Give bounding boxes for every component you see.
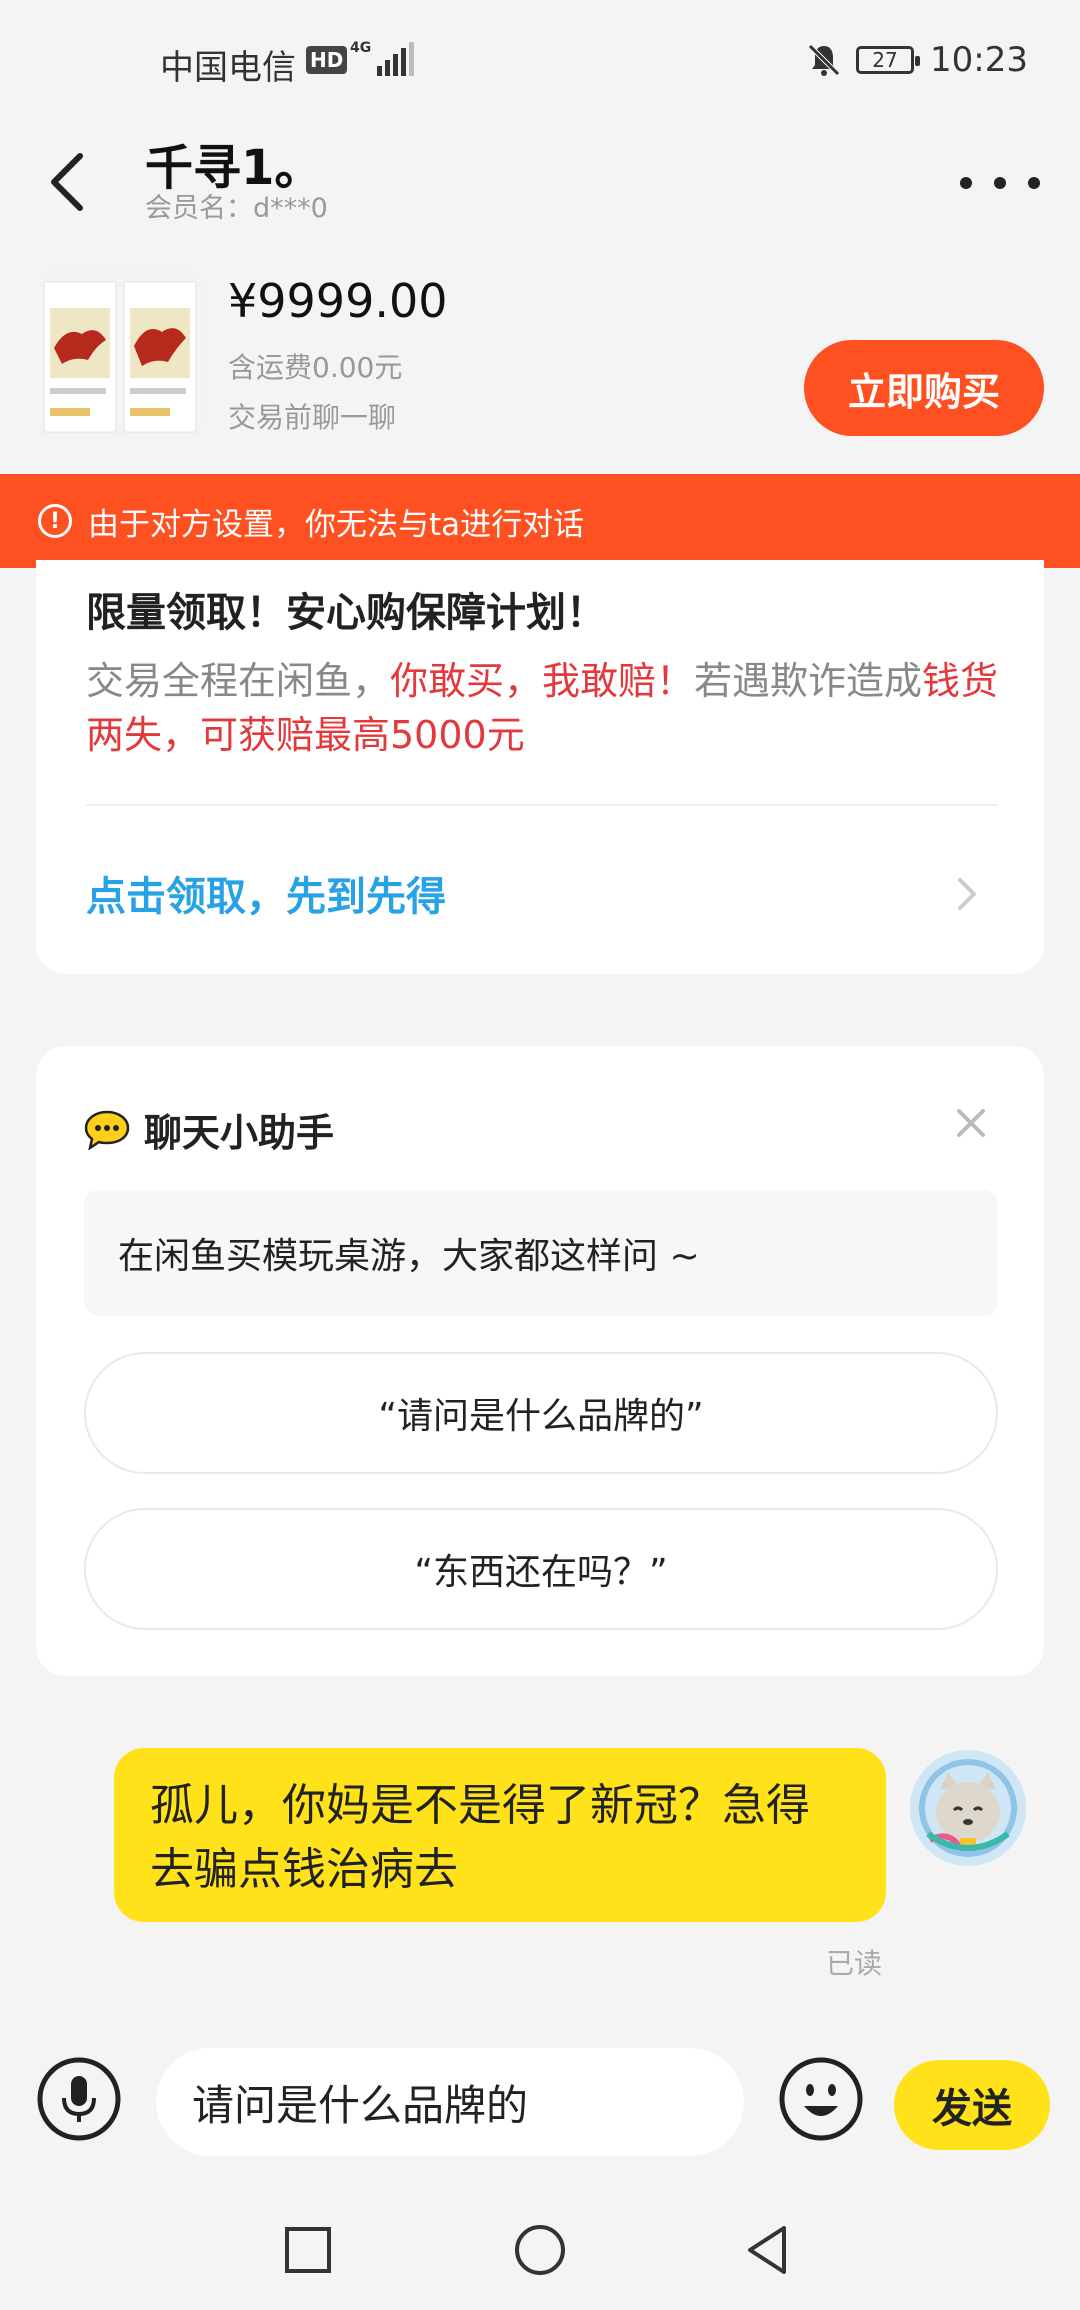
recent-apps-icon[interactable]	[278, 2220, 338, 2280]
suggested-question[interactable]: “东西还在吗？”	[84, 1508, 998, 1630]
alert-icon: !	[38, 504, 72, 538]
battery-icon: 27	[856, 46, 920, 74]
system-nav-bar	[0, 2190, 1080, 2310]
buy-now-button[interactable]: 立即购买	[804, 340, 1044, 436]
sent-message-bubble[interactable]: 孤儿，你妈是不是得了新冠？急得去骗点钱治病去	[114, 1748, 886, 1922]
promo-heading: 限量领取！安心购保障计划！	[86, 590, 606, 636]
message-input[interactable]: 请问是什么品牌的	[156, 2048, 744, 2156]
emoji-icon[interactable]	[778, 2056, 864, 2142]
assistant-title: 聊天小助手	[144, 1111, 335, 1155]
promo-desc-part: 若遇欺诈造成	[694, 659, 923, 703]
chat-hint: 交易前聊一聊	[228, 401, 397, 434]
microphone-icon[interactable]	[36, 2056, 122, 2142]
status-bar: 中国电信 HD 4G 27 10:23	[0, 0, 1080, 118]
chevron-right-icon[interactable]	[954, 874, 980, 914]
more-options-icon[interactable]	[960, 158, 1040, 208]
assistant-header: 聊天小助手	[84, 1102, 334, 1157]
restriction-banner: ! 由于对方设置，你无法与ta进行对话	[0, 474, 1080, 568]
product-price: ¥9999.00	[228, 274, 448, 328]
product-summary: ¥9999.00 含运费0.00元 交易前聊一聊 立即购买	[0, 258, 1080, 474]
product-thumbnail[interactable]	[38, 268, 203, 438]
back-triangle-icon[interactable]	[740, 2220, 800, 2280]
network-type: 4G	[350, 40, 372, 56]
mute-bell-icon	[808, 44, 840, 76]
claim-link[interactable]: 点击领取，先到先得	[86, 864, 446, 922]
clock: 10:23	[930, 40, 1028, 80]
shipping-info: 含运费0.00元	[228, 351, 403, 384]
promo-desc-part: 交易全程在闲鱼，	[86, 659, 391, 703]
assistant-tip: 在闲鱼买模玩桌游，大家都这样问 ~	[84, 1190, 998, 1316]
protection-promo-card: 限量领取！安心购保障计划！ 交易全程在闲鱼，你敢买，我敢赔！若遇欺诈造成钱货两失…	[36, 560, 1044, 974]
chat-header: 千寻1。 会员名：d***0	[0, 118, 1080, 258]
home-icon[interactable]	[510, 2220, 570, 2280]
member-id: 会员名：d***0	[145, 193, 328, 224]
chat-assistant-card: 聊天小助手 在闲鱼买模玩桌游，大家都这样问 ~ “请问是什么品牌的” “东西还在…	[36, 1046, 1044, 1676]
promo-description: 交易全程在闲鱼，你敢买，我敢赔！若遇欺诈造成钱货两失，可获赔最高5000元	[86, 654, 1006, 762]
promo-desc-highlight: 你敢买，我敢赔！	[390, 659, 695, 703]
chat-bubble-icon	[84, 1110, 130, 1150]
avatar[interactable]	[910, 1750, 1026, 1866]
close-icon[interactable]	[954, 1106, 988, 1140]
hd-badge: HD	[306, 46, 348, 74]
message-input-bar: 请问是什么品牌的 发送	[0, 2030, 1080, 2190]
read-receipt: 已读	[826, 1947, 883, 1980]
signal-icon: 4G	[350, 40, 415, 76]
restriction-text: 由于对方设置，你无法与ta进行对话	[88, 506, 585, 543]
carrier-name: 中国电信	[160, 48, 296, 88]
back-arrow-icon[interactable]	[42, 142, 102, 222]
send-button[interactable]: 发送	[894, 2060, 1050, 2150]
suggested-question[interactable]: “请问是什么品牌的”	[84, 1352, 998, 1474]
divider	[86, 804, 998, 806]
